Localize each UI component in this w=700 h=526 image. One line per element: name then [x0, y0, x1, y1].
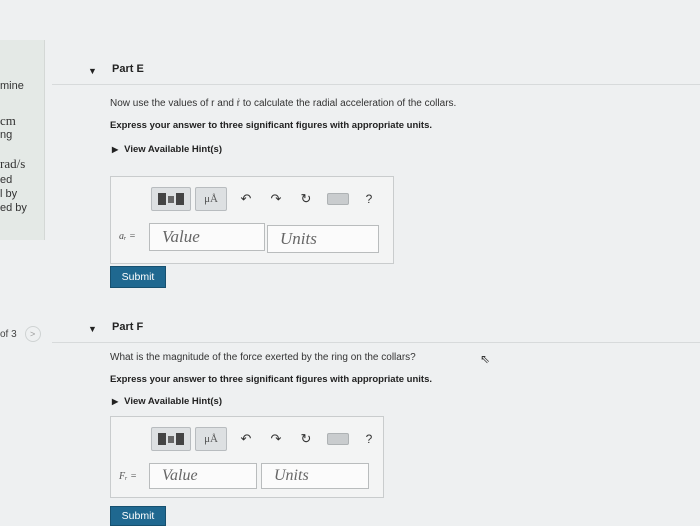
sidebar-text: ed — [0, 174, 13, 186]
answer-box: μÅ ↶ ↷ ↻ ? Fᵣ = Value Units — [110, 416, 384, 498]
math-toolbar: μÅ ↶ ↷ ↻ ? — [151, 187, 377, 211]
question-text: What is the magnitude of the force exert… — [110, 352, 416, 363]
part-f-header[interactable]: ▼ Part F — [52, 312, 700, 343]
triangle-right-icon: ▶ — [112, 145, 119, 154]
caret-down-icon[interactable]: ▼ — [88, 324, 97, 334]
sidebar-text: mine — [0, 80, 24, 92]
sidebar-text: ng — [0, 129, 13, 141]
units-button[interactable]: μÅ — [195, 187, 227, 211]
triangle-right-icon: ▶ — [112, 397, 119, 406]
help-icon[interactable]: ? — [361, 192, 377, 206]
chevron-right-icon[interactable]: > — [24, 326, 41, 342]
undo-icon[interactable]: ↶ — [235, 431, 257, 447]
hints-label: View Available Hint(s) — [124, 144, 222, 155]
part-title: Part F — [112, 321, 144, 333]
template-block-icon — [176, 433, 184, 445]
templates-button[interactable] — [151, 187, 191, 211]
reset-icon[interactable]: ↻ — [295, 191, 317, 207]
variable-label: aᵣ = — [119, 231, 136, 242]
value-input[interactable]: Value — [149, 223, 265, 251]
value-input[interactable]: Value — [149, 463, 257, 489]
help-icon[interactable]: ? — [361, 432, 377, 446]
template-block-icon — [158, 433, 166, 445]
submit-button[interactable]: Submit — [110, 506, 166, 526]
redo-icon[interactable]: ↷ — [265, 431, 287, 447]
mouse-cursor-icon: ⇖ — [480, 352, 491, 366]
variable-label: Fᵣ = — [119, 471, 137, 482]
pager-label: of 3 — [0, 328, 17, 340]
template-block-icon — [176, 193, 184, 205]
sidebar-text: cm — [0, 113, 16, 128]
reset-icon[interactable]: ↻ — [295, 431, 317, 447]
template-block-icon — [168, 195, 174, 203]
view-hints-link[interactable]: ▶ View Available Hint(s) — [112, 396, 222, 407]
keyboard-icon[interactable] — [327, 433, 349, 445]
sidebar-text: rad/s — [0, 156, 26, 171]
template-block-icon — [158, 193, 166, 205]
undo-icon[interactable]: ↶ — [235, 191, 257, 207]
redo-icon[interactable]: ↷ — [265, 191, 287, 207]
sidebar-text: ed by — [0, 202, 27, 214]
part-e-header[interactable]: ▼ Part E — [52, 54, 700, 85]
math-toolbar: μÅ ↶ ↷ ↻ ? — [151, 427, 377, 451]
hints-label: View Available Hint(s) — [124, 396, 222, 407]
answer-box: μÅ ↶ ↷ ↻ ? aᵣ = Value Units — [110, 176, 394, 264]
main-content: ▼ Part E Now use the values of r and ṙ t… — [52, 0, 700, 526]
pager: of 3 > — [0, 326, 41, 342]
units-input[interactable]: Units — [267, 225, 379, 253]
templates-button[interactable] — [151, 427, 191, 451]
question-text: Now use the values of r and ṙ to calcula… — [110, 98, 457, 109]
units-button[interactable]: μÅ — [195, 427, 227, 451]
template-block-icon — [168, 435, 174, 443]
part-title: Part E — [112, 63, 144, 75]
instruction-text: Express your answer to three significant… — [110, 374, 433, 385]
instruction-text: Express your answer to three significant… — [110, 120, 433, 131]
sidebar-text: l by — [0, 188, 18, 200]
keyboard-icon[interactable] — [327, 193, 349, 205]
units-input[interactable]: Units — [261, 463, 369, 489]
view-hints-link[interactable]: ▶ View Available Hint(s) — [112, 144, 222, 155]
sidebar-panel: mine cm ng rad/s ed l by ed by — [0, 40, 45, 240]
caret-down-icon[interactable]: ▼ — [88, 66, 97, 76]
submit-button[interactable]: Submit — [110, 266, 166, 288]
